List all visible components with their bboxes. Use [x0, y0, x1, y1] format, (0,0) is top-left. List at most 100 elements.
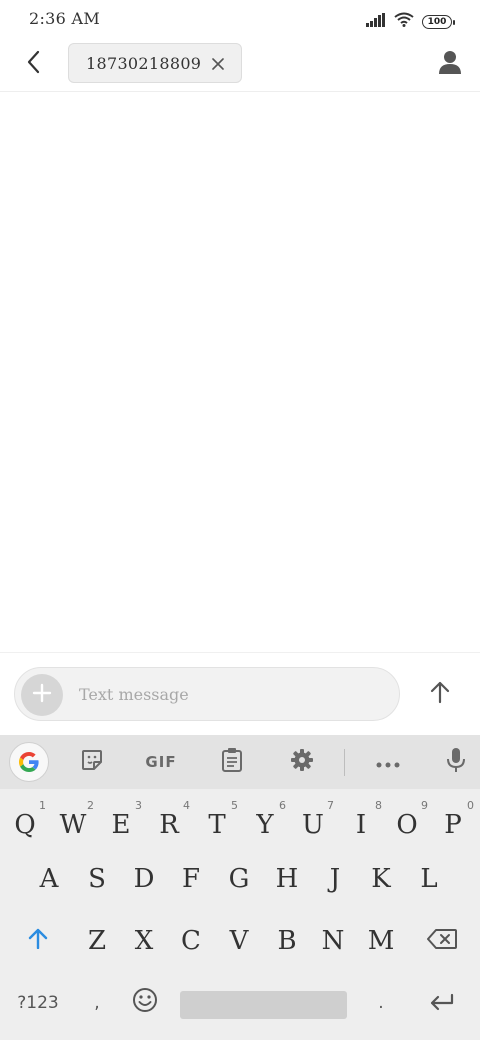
key-hint: 8 [375, 799, 382, 812]
sticker-icon [80, 748, 104, 776]
key-label: K [371, 864, 391, 894]
clipboard-icon [221, 747, 243, 777]
conversation-area [0, 92, 480, 652]
key-label: N [321, 926, 345, 956]
key-s[interactable]: S [74, 851, 120, 907]
key-b[interactable]: B [264, 913, 310, 969]
google-icon [9, 742, 49, 782]
key-n[interactable]: N [310, 913, 356, 969]
more-button[interactable] [368, 735, 408, 789]
key-u[interactable]: U 7 [290, 797, 336, 853]
key-j[interactable]: J [312, 851, 358, 907]
gif-button[interactable]: GIF [138, 735, 184, 789]
key-hint: 2 [87, 799, 94, 812]
keyboard: G I F Q 1 W 2 E 3 R 4 T 5 Y 6 U 7 I 8 O 9 … [0, 735, 480, 1040]
key-label: X [134, 926, 154, 956]
key-a[interactable]: A [26, 851, 72, 907]
key-label: L [420, 864, 438, 894]
settings-button[interactable] [282, 735, 322, 789]
key-label: G [228, 864, 250, 894]
signal-icon [366, 12, 386, 31]
key-d[interactable]: D [121, 851, 167, 907]
key-label: Z [87, 926, 107, 956]
status-bar: 2:36 AM 100 [0, 0, 480, 40]
clipboard-button[interactable] [212, 735, 252, 789]
contact-button[interactable] [434, 48, 466, 80]
battery-icon: 100 [422, 14, 455, 29]
key-hint: 0 [467, 799, 474, 812]
key-w[interactable]: W 2 [50, 797, 96, 853]
key-label: D [133, 864, 155, 894]
attach-button[interactable] [21, 674, 63, 716]
key-f[interactable]: F [168, 851, 214, 907]
keyboard-toolbar: GIF [0, 735, 480, 789]
key-x[interactable]: X [121, 913, 167, 969]
key-label: F [181, 864, 201, 894]
period-label: . [378, 993, 384, 1013]
toolbar-divider [344, 749, 345, 776]
key-hint: 1 [39, 799, 46, 812]
key-o[interactable]: O 9 [384, 797, 430, 853]
key-label: W [59, 810, 87, 840]
sticker-button[interactable] [72, 735, 112, 789]
key-hint: 4 [183, 799, 190, 812]
key-label: A [39, 864, 59, 894]
key-v[interactable]: V [216, 913, 262, 969]
key-z[interactable]: Z [74, 913, 120, 969]
mic-button[interactable] [436, 735, 476, 789]
key-c[interactable]: C [168, 913, 214, 969]
key-t[interactable]: T 5 [194, 797, 240, 853]
back-button[interactable] [18, 48, 50, 80]
key-label: H [275, 864, 299, 894]
key-label: P [444, 810, 462, 840]
battery-level: 100 [427, 16, 447, 27]
backspace-key[interactable] [414, 913, 470, 969]
enter-key[interactable] [414, 977, 470, 1029]
message-input[interactable] [79, 676, 379, 712]
arrow-up-icon [429, 680, 451, 708]
period-key[interactable]: . [360, 977, 402, 1029]
key-q[interactable]: Q 1 [2, 797, 48, 853]
status-icons: 100 [366, 12, 455, 31]
key-y[interactable]: Y 6 [242, 797, 288, 853]
key-label: B [277, 926, 297, 956]
key-h[interactable]: H [264, 851, 310, 907]
google-button[interactable] [8, 735, 50, 789]
key-l[interactable]: L [406, 851, 452, 907]
send-button[interactable] [420, 672, 460, 716]
gear-icon [290, 748, 314, 776]
space-key[interactable] [180, 991, 347, 1019]
key-label: O [396, 810, 418, 840]
gif-label: GIF [145, 753, 177, 771]
person-icon [439, 50, 461, 78]
wifi-icon [394, 12, 414, 31]
key-label: E [111, 810, 131, 840]
key-p[interactable]: P 0 [430, 797, 476, 853]
key-hint: 5 [231, 799, 238, 812]
emoji-key[interactable] [122, 977, 168, 1029]
key-g[interactable]: G [216, 851, 262, 907]
compose-box [14, 667, 400, 721]
symbols-key[interactable]: ?123 [6, 977, 70, 1029]
key-m[interactable]: M [358, 913, 404, 969]
key-label: V [229, 926, 249, 956]
key-hint: 6 [279, 799, 286, 812]
compose-divider [0, 652, 480, 653]
backspace-icon [427, 926, 457, 956]
key-label: U [302, 810, 324, 840]
close-icon[interactable] [209, 55, 227, 73]
key-r[interactable]: R 4 [146, 797, 192, 853]
key-i[interactable]: I 8 [338, 797, 384, 853]
key-label: Y [256, 810, 274, 840]
key-hint: 3 [135, 799, 142, 812]
comma-key[interactable]: , [76, 977, 118, 1029]
key-label: J [329, 864, 341, 894]
comma-label: , [94, 993, 100, 1013]
recipient-chip[interactable]: 18730218809 [68, 43, 242, 83]
key-label: I [355, 810, 367, 840]
key-k[interactable]: K [358, 851, 404, 907]
symbols-label: ?123 [17, 993, 59, 1013]
shift-key[interactable] [10, 913, 66, 969]
key-e[interactable]: E 3 [98, 797, 144, 853]
key-label: R [159, 810, 179, 840]
